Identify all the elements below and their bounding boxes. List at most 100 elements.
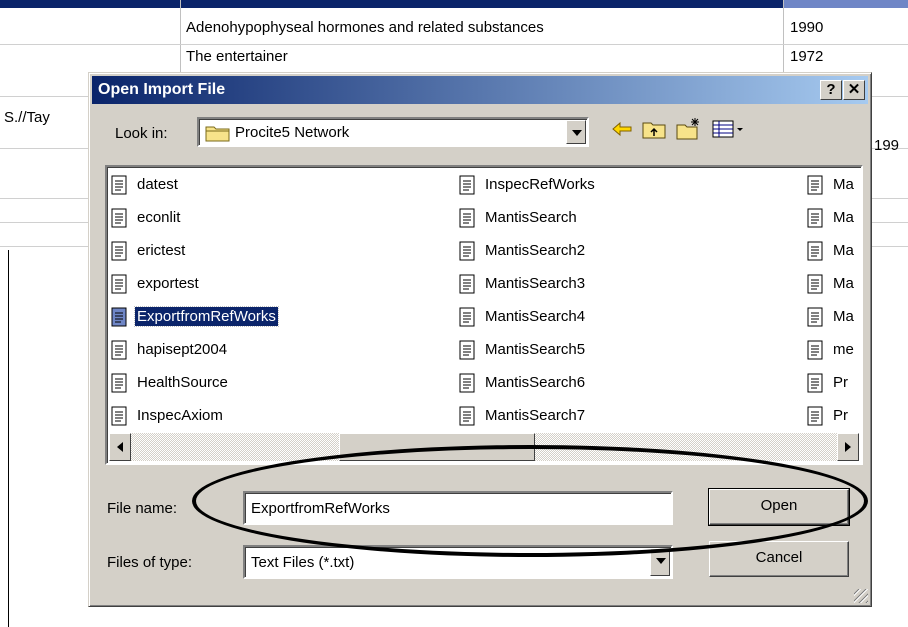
help-button[interactable]: ? xyxy=(820,80,842,100)
scrollbar-thumb[interactable] xyxy=(339,433,535,461)
text-file-icon xyxy=(459,175,475,195)
file-name-text: ExportfromRefWorks xyxy=(134,306,279,327)
file-name-text: MantisSearch3 xyxy=(485,275,586,292)
text-file-icon xyxy=(111,274,127,294)
file-name-text: exportest xyxy=(137,275,199,292)
background-selected-cell xyxy=(783,0,908,8)
open-button[interactable]: Open xyxy=(708,488,850,526)
scroll-right-button[interactable] xyxy=(837,433,859,461)
file-list-item[interactable]: Ma xyxy=(807,305,861,329)
file-name-text: erictest xyxy=(137,242,186,259)
file-list-item[interactable]: Ma xyxy=(807,173,861,197)
file-name-text: Pr xyxy=(833,407,848,424)
file-list-item[interactable]: MantisSearch2 xyxy=(459,239,689,263)
resize-grip-icon[interactable] xyxy=(854,589,868,603)
up-folder-icon[interactable] xyxy=(641,117,667,141)
look-in-dropdown[interactable]: Procite5 Network xyxy=(197,117,589,147)
text-file-icon xyxy=(807,307,823,327)
text-file-icon xyxy=(459,274,475,294)
background-row-year[interactable]: 1972 xyxy=(790,48,823,62)
file-list-item[interactable]: Ma xyxy=(807,206,861,230)
file-list-item[interactable]: exportest xyxy=(111,272,341,296)
text-file-icon xyxy=(807,208,823,228)
background-header-bar xyxy=(0,0,908,8)
dialog-titlebar[interactable]: Open Import File ? ✕ xyxy=(92,76,868,104)
file-list-item[interactable]: Pr xyxy=(807,404,861,428)
files-of-type-value: Text Files (*.txt) xyxy=(251,554,355,571)
file-list-item[interactable]: econlit xyxy=(111,206,341,230)
file-list-item[interactable]: MantisSearch7 xyxy=(459,404,689,428)
file-list-item[interactable]: me xyxy=(807,338,861,362)
file-name-input[interactable] xyxy=(245,493,671,523)
file-name-text: econlit xyxy=(137,209,181,226)
close-button[interactable]: ✕ xyxy=(843,80,865,100)
text-file-icon xyxy=(807,406,823,426)
file-name-text: datest xyxy=(137,176,178,193)
scroll-left-button[interactable] xyxy=(109,433,131,461)
view-menu-icon[interactable] xyxy=(711,117,747,141)
file-name-text: HealthSource xyxy=(137,374,228,391)
file-list-item[interactable]: MantisSearch5 xyxy=(459,338,689,362)
open-import-file-dialog: Open Import File ? ✕ Look in: Procite5 N… xyxy=(88,72,872,607)
file-list-item[interactable]: Ma xyxy=(807,272,861,296)
file-name-text: MantisSearch xyxy=(485,209,577,226)
text-file-icon xyxy=(807,373,823,393)
chevron-down-icon[interactable] xyxy=(650,548,670,576)
look-in-value: Procite5 Network xyxy=(235,124,350,141)
file-name-text: InspecAxiom xyxy=(137,407,223,424)
text-file-icon xyxy=(459,307,475,327)
text-file-icon xyxy=(111,373,127,393)
files-of-type-dropdown[interactable]: Text Files (*.txt) xyxy=(243,545,673,579)
file-name-field[interactable] xyxy=(243,491,673,525)
horizontal-scrollbar[interactable] xyxy=(109,433,859,461)
file-name-text: Ma xyxy=(833,275,854,292)
file-name-text: MantisSearch2 xyxy=(485,242,586,259)
file-list-item[interactable]: InspecRefWorks xyxy=(459,173,689,197)
file-name-text: Ma xyxy=(833,209,854,226)
text-file-icon xyxy=(459,406,475,426)
file-name-text: Pr xyxy=(833,374,848,391)
text-file-icon xyxy=(459,241,475,261)
background-right-cell[interactable]: 199 xyxy=(874,137,899,154)
file-name-text: MantisSearch7 xyxy=(485,407,586,424)
file-list-item[interactable]: MantisSearch3 xyxy=(459,272,689,296)
chevron-down-icon[interactable] xyxy=(566,120,586,144)
background-row-title[interactable]: Adenohypophyseal hormones and related su… xyxy=(186,19,544,36)
file-name-label: File name: xyxy=(107,500,178,517)
close-icon: ✕ xyxy=(847,81,861,98)
file-name-text: hapisept2004 xyxy=(137,341,228,358)
text-file-icon xyxy=(111,340,127,360)
arrow-left-icon xyxy=(117,442,123,452)
text-file-icon xyxy=(807,274,823,294)
text-file-icon xyxy=(111,241,127,261)
file-list-item[interactable]: ExportfromRefWorks xyxy=(111,305,341,329)
file-list-item[interactable]: MantisSearch4 xyxy=(459,305,689,329)
file-name-text: InspecRefWorks xyxy=(485,176,595,193)
file-name-text: Ma xyxy=(833,242,854,259)
file-list-item[interactable]: HealthSource xyxy=(111,371,341,395)
background-row-title[interactable]: The entertainer xyxy=(186,48,288,62)
file-list-item[interactable]: hapisept2004 xyxy=(111,338,341,362)
file-list-item[interactable]: erictest xyxy=(111,239,341,263)
folder-icon xyxy=(205,126,230,142)
file-list-item[interactable]: MantisSearch6 xyxy=(459,371,689,395)
files-of-type-label: Files of type: xyxy=(107,554,193,571)
look-in-label: Look in: xyxy=(115,125,168,142)
open-button-label: Open xyxy=(760,497,798,514)
background-left-cell[interactable]: S.//Tay xyxy=(4,109,50,126)
file-name-text: Ma xyxy=(833,308,854,325)
file-list-item[interactable]: datest xyxy=(111,173,341,197)
file-list-item[interactable]: Pr xyxy=(807,371,861,395)
back-icon[interactable] xyxy=(609,117,635,141)
arrow-right-icon xyxy=(845,442,851,452)
text-file-icon xyxy=(807,175,823,195)
background-row-year[interactable]: 1990 xyxy=(790,19,823,36)
file-list-item[interactable]: Ma xyxy=(807,239,861,263)
new-folder-icon[interactable] xyxy=(675,117,701,141)
cancel-button-label: Cancel xyxy=(755,549,803,566)
text-file-icon xyxy=(459,340,475,360)
cancel-button[interactable]: Cancel xyxy=(709,541,849,577)
file-list-item[interactable]: MantisSearch xyxy=(459,206,689,230)
file-list[interactable]: datest econlit erictest exportest Exportfrom… xyxy=(105,165,863,465)
file-list-item[interactable]: InspecAxiom xyxy=(111,404,341,428)
